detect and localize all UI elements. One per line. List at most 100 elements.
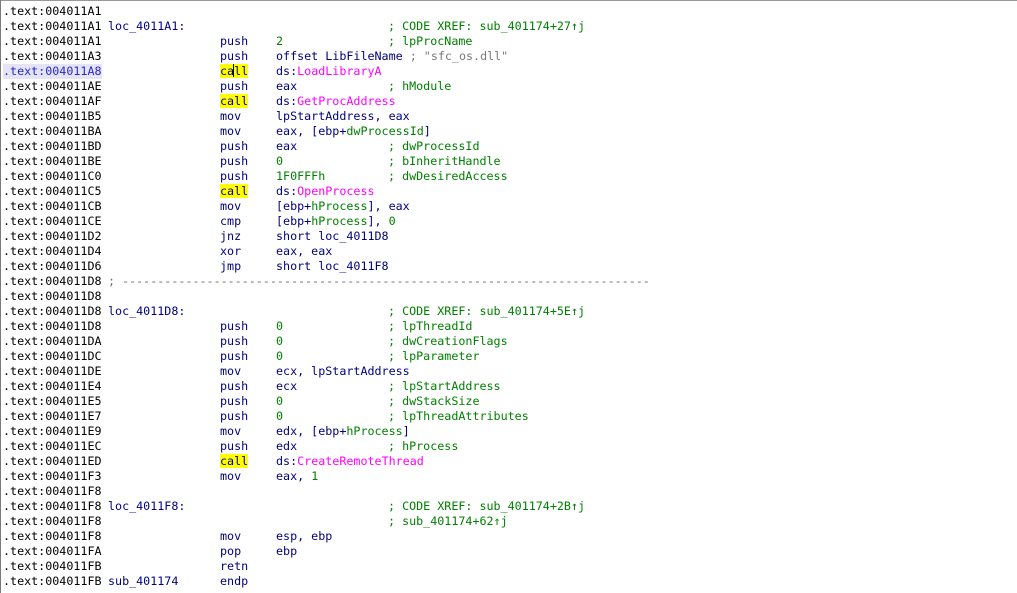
- instruction-operands[interactable]: short loc_4011D8: [276, 229, 389, 244]
- instruction-operands[interactable]: ds:GetProcAddress: [276, 94, 396, 109]
- code-label[interactable]: loc_4011F8:: [108, 499, 185, 514]
- disasm-line[interactable]: .text:004011E9 mov edx, [ebp+hProcess]: [0, 424, 1017, 439]
- disasm-line[interactable]: .text:004011D8: [0, 289, 1017, 304]
- disasm-line[interactable]: .text:004011F8 loc_4011F8: ; CODE XREF: su…: [0, 499, 1017, 514]
- instruction-operands[interactable]: 0: [276, 409, 283, 424]
- code-label[interactable]: loc_4011D8:: [108, 304, 185, 319]
- operand-token[interactable]: hProcess: [311, 214, 367, 228]
- instruction-operands[interactable]: offset LibFileName ; "sfc_os.dll": [276, 49, 508, 64]
- instruction-operands[interactable]: edx, [ebp+hProcess]: [276, 424, 410, 439]
- instruction-mnemonic[interactable]: cmp: [220, 214, 241, 229]
- operand-token[interactable]: GetProcAddress: [297, 94, 396, 108]
- disasm-line[interactable]: .text:004011E4 push ecx ; lpStartAddress: [0, 379, 1017, 394]
- instruction-operands[interactable]: eax: [276, 79, 297, 94]
- instruction-mnemonic[interactable]: push: [220, 154, 248, 169]
- disasm-line[interactable]: .text:004011A8 call ds:LoadLibraryA: [0, 64, 1017, 79]
- disasm-line[interactable]: .text:004011DA push 0 ; dwCreationFlags: [0, 334, 1017, 349]
- code-label[interactable]: loc_4011A1:: [108, 19, 185, 34]
- disasm-line[interactable]: .text:004011B5 mov lpStartAddress, eax: [0, 109, 1017, 124]
- instruction-operands[interactable]: ecx, lpStartAddress: [276, 364, 410, 379]
- disasm-line[interactable]: .text:004011D2 jnz short loc_4011D8: [0, 229, 1017, 244]
- disasm-line[interactable]: .text:004011F8 mov esp, ebp: [0, 529, 1017, 544]
- disasm-line[interactable]: .text:004011DC push 0 ; lpParameter: [0, 349, 1017, 364]
- disasm-line[interactable]: .text:004011FB retn: [0, 559, 1017, 574]
- instruction-mnemonic[interactable]: call: [220, 454, 249, 469]
- disasm-line[interactable]: .text:004011E7 push 0 ; lpThreadAttributes: [0, 409, 1017, 424]
- disasm-line[interactable]: .text:004011A1: [0, 4, 1017, 19]
- instruction-operands[interactable]: 2: [276, 34, 283, 49]
- instruction-operands[interactable]: ecx: [276, 379, 297, 394]
- instruction-mnemonic[interactable]: mov: [220, 529, 241, 544]
- operand-token[interactable]: hProcess: [346, 424, 402, 438]
- instruction-operands[interactable]: 0: [276, 319, 283, 334]
- disasm-line[interactable]: .text:004011A1 push 2 ; lpProcName: [0, 34, 1017, 49]
- disasm-line[interactable]: .text:004011D8 ; ------------------------…: [0, 274, 1017, 289]
- instruction-mnemonic[interactable]: mov: [220, 124, 241, 139]
- instruction-operands[interactable]: ds:LoadLibraryA: [276, 64, 382, 79]
- operand-token[interactable]: CreateRemoteThread: [297, 454, 424, 468]
- instruction-mnemonic[interactable]: push: [220, 169, 248, 184]
- instruction-operands[interactable]: edx: [276, 439, 297, 454]
- instruction-mnemonic[interactable]: xor: [220, 244, 241, 259]
- disasm-line[interactable]: .text:004011D6 jmp short loc_4011F8: [0, 259, 1017, 274]
- instruction-mnemonic[interactable]: call: [220, 94, 249, 109]
- operand-token[interactable]: dwProcessId: [346, 124, 423, 138]
- instruction-mnemonic[interactable]: push: [220, 34, 248, 49]
- disasm-line[interactable]: .text:004011BE push 0 ; bInheritHandle: [0, 154, 1017, 169]
- instruction-mnemonic[interactable]: call: [220, 64, 249, 79]
- instruction-mnemonic[interactable]: push: [220, 319, 248, 334]
- instruction-mnemonic[interactable]: endp: [220, 574, 248, 589]
- disasm-line[interactable]: .text:004011C5 call ds:OpenProcess: [0, 184, 1017, 199]
- disasm-line[interactable]: .text:004011A1 loc_4011A1: ; CODE XREF: su…: [0, 19, 1017, 34]
- instruction-mnemonic[interactable]: push: [220, 409, 248, 424]
- disasm-line[interactable]: .text:004011CB mov [ebp+hProcess], eax: [0, 199, 1017, 214]
- instruction-operands[interactable]: eax, 1: [276, 469, 318, 484]
- disasm-line[interactable]: .text:004011ED call ds:CreateRemoteThread: [0, 454, 1017, 469]
- instruction-mnemonic[interactable]: mov: [220, 469, 241, 484]
- disasm-line[interactable]: .text:004011AE push eax ; hModule: [0, 79, 1017, 94]
- instruction-mnemonic[interactable]: call: [220, 184, 249, 199]
- instruction-operands[interactable]: ds:CreateRemoteThread: [276, 454, 424, 469]
- instruction-operands[interactable]: short loc_4011F8: [276, 259, 389, 274]
- instruction-operands[interactable]: eax, [ebp+dwProcessId]: [276, 124, 431, 139]
- instruction-mnemonic[interactable]: jmp: [220, 259, 241, 274]
- instruction-mnemonic[interactable]: pop: [220, 544, 241, 559]
- disasm-line[interactable]: .text:004011F8 ; sub_401174+62↑j: [0, 514, 1017, 529]
- instruction-operands[interactable]: 0: [276, 394, 283, 409]
- instruction-mnemonic[interactable]: push: [220, 79, 248, 94]
- operand-token[interactable]: LoadLibraryA: [297, 64, 381, 78]
- instruction-operands[interactable]: ds:OpenProcess: [276, 184, 375, 199]
- instruction-mnemonic[interactable]: push: [220, 439, 248, 454]
- instruction-operands[interactable]: lpStartAddress, eax: [276, 109, 410, 124]
- disasm-line[interactable]: .text:004011EC push edx ; hProcess: [0, 439, 1017, 454]
- operand-token[interactable]: OpenProcess: [297, 184, 374, 198]
- disasm-line[interactable]: .text:004011FB sub_401174 endp: [0, 574, 1017, 589]
- disasm-line[interactable]: .text:004011FA pop ebp: [0, 544, 1017, 559]
- disasm-line[interactable]: .text:004011DE mov ecx, lpStartAddress: [0, 364, 1017, 379]
- disasm-line[interactable]: .text:004011D4 xor eax, eax: [0, 244, 1017, 259]
- disasm-line[interactable]: .text:004011C0 push 1F0FFFh ; dwDesiredAcce…: [0, 169, 1017, 184]
- instruction-mnemonic[interactable]: retn: [220, 559, 248, 574]
- disasm-line[interactable]: .text:004011F8: [0, 484, 1017, 499]
- instruction-mnemonic[interactable]: mov: [220, 364, 241, 379]
- disasm-line[interactable]: .text:004011F3 mov eax, 1: [0, 469, 1017, 484]
- instruction-mnemonic[interactable]: push: [220, 379, 248, 394]
- instruction-mnemonic[interactable]: mov: [220, 199, 241, 214]
- instruction-operands[interactable]: [ebp+hProcess], eax: [276, 199, 410, 214]
- instruction-operands[interactable]: esp, ebp: [276, 529, 332, 544]
- instruction-mnemonic[interactable]: push: [220, 49, 248, 64]
- disasm-line[interactable]: .text:004011A3 push offset LibFileName ; "…: [0, 49, 1017, 64]
- code-label[interactable]: sub_401174: [108, 574, 178, 589]
- disasm-line[interactable]: .text:004011BA mov eax, [ebp+dwProcessId]: [0, 124, 1017, 139]
- instruction-operands[interactable]: ebp: [276, 544, 297, 559]
- instruction-mnemonic[interactable]: push: [220, 394, 248, 409]
- disasm-line[interactable]: .text:004011AF call ds:GetProcAddress: [0, 94, 1017, 109]
- disasm-line[interactable]: .text:004011D8 push 0 ; lpThreadId: [0, 319, 1017, 334]
- instruction-mnemonic[interactable]: jnz: [220, 229, 241, 244]
- instruction-operands[interactable]: [ebp+hProcess], 0: [276, 214, 396, 229]
- disasm-line[interactable]: .text:004011D8 loc_4011D8: ; CODE XREF: su…: [0, 304, 1017, 319]
- operand-token[interactable]: hProcess: [311, 199, 367, 213]
- instruction-operands[interactable]: eax, eax: [276, 244, 332, 259]
- disasm-line[interactable]: .text:004011E5 push 0 ; dwStackSize: [0, 394, 1017, 409]
- instruction-mnemonic[interactable]: mov: [220, 424, 241, 439]
